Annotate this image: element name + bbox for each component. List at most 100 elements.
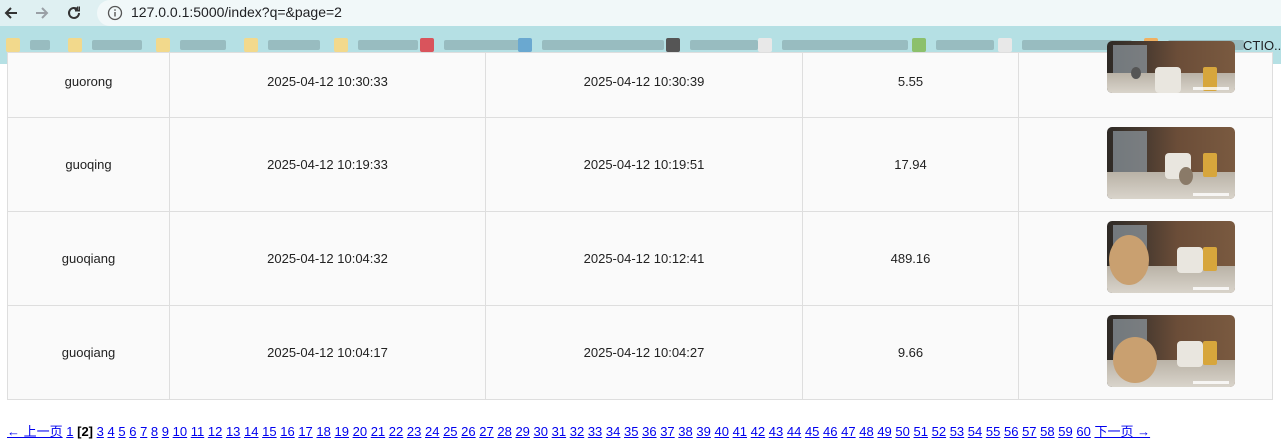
bookmark-item[interactable] — [666, 37, 758, 53]
folder-icon — [68, 38, 82, 52]
page-link-51[interactable]: 51 — [914, 424, 928, 439]
back-icon[interactable] — [1, 3, 21, 23]
page-link-30[interactable]: 30 — [534, 424, 548, 439]
page-link-28[interactable]: 28 — [497, 424, 511, 439]
page-link-1[interactable]: 1 — [66, 424, 73, 439]
page-link-20[interactable]: 20 — [353, 424, 367, 439]
page-link-35[interactable]: 35 — [624, 424, 638, 439]
address-bar[interactable]: 127.0.0.1:5000/index?q=&page=2 — [97, 0, 1281, 26]
bookmark-item[interactable] — [758, 37, 908, 53]
page-link-42[interactable]: 42 — [751, 424, 765, 439]
page-link-36[interactable]: 36 — [642, 424, 656, 439]
page-link-56[interactable]: 56 — [1004, 424, 1018, 439]
prev-page-link[interactable]: ← 上一页 — [7, 424, 63, 439]
bookmark-item[interactable] — [518, 37, 664, 53]
page-link-54[interactable]: 54 — [968, 424, 982, 439]
folder-icon — [244, 38, 258, 52]
table-row: guoqiang 2025-04-12 10:04:17 2025-04-12 … — [7, 305, 1273, 400]
name-cell: guoqiang — [7, 211, 170, 306]
page-link-60[interactable]: 60 — [1076, 424, 1090, 439]
forward-icon[interactable] — [32, 3, 52, 23]
page-link-32[interactable]: 32 — [570, 424, 584, 439]
image-cell — [1018, 211, 1273, 306]
page-link-29[interactable]: 29 — [515, 424, 529, 439]
page-link-26[interactable]: 26 — [461, 424, 475, 439]
page-link-27[interactable]: 27 — [479, 424, 493, 439]
next-page-link[interactable]: 下一页 → — [1094, 424, 1150, 439]
page-link-50[interactable]: 50 — [895, 424, 909, 439]
bookmark-item[interactable] — [420, 37, 524, 53]
folder-icon — [334, 38, 348, 52]
page-link-59[interactable]: 59 — [1058, 424, 1072, 439]
page-link-21[interactable]: 21 — [371, 424, 385, 439]
page-link-17[interactable]: 17 — [298, 424, 312, 439]
page-link-3[interactable]: 3 — [97, 424, 104, 439]
page-link-31[interactable]: 31 — [552, 424, 566, 439]
page-link-11[interactable]: 11 — [191, 424, 205, 439]
page-link-23[interactable]: 23 — [407, 424, 421, 439]
page-link-18[interactable]: 18 — [316, 424, 330, 439]
page-link-37[interactable]: 37 — [660, 424, 674, 439]
name-cell: guorong — [7, 52, 170, 118]
page-link-5[interactable]: 5 — [118, 424, 125, 439]
page-link-22[interactable]: 22 — [389, 424, 403, 439]
page-link-41[interactable]: 41 — [733, 424, 747, 439]
page-link-12[interactable]: 12 — [208, 424, 222, 439]
bookmark-item[interactable] — [244, 37, 320, 53]
bookmark-item[interactable] — [6, 37, 50, 53]
page-link-25[interactable]: 25 — [443, 424, 457, 439]
browser-toolbar: 127.0.0.1:5000/index?q=&page=2 — [0, 0, 1281, 26]
page-link-52[interactable]: 52 — [932, 424, 946, 439]
end-time-cell: 2025-04-12 10:04:27 — [485, 305, 803, 400]
page-link-34[interactable]: 34 — [606, 424, 620, 439]
page-link-8[interactable]: 8 — [151, 424, 158, 439]
page-link-40[interactable]: 40 — [714, 424, 728, 439]
page-link-14[interactable]: 14 — [244, 424, 258, 439]
page-link-9[interactable]: 9 — [162, 424, 169, 439]
page-link-10[interactable]: 10 — [173, 424, 187, 439]
bookmark-item[interactable] — [334, 37, 418, 53]
page-link-7[interactable]: 7 — [140, 424, 147, 439]
site-icon — [912, 38, 926, 52]
value-cell: 489.16 — [802, 211, 1019, 306]
page-link-55[interactable]: 55 — [986, 424, 1000, 439]
page-link-15[interactable]: 15 — [262, 424, 276, 439]
page-link-13[interactable]: 13 — [226, 424, 240, 439]
page-link-49[interactable]: 49 — [877, 424, 891, 439]
page-link-48[interactable]: 48 — [859, 424, 873, 439]
folder-icon — [6, 38, 20, 52]
page-link-39[interactable]: 39 — [696, 424, 710, 439]
bookmark-overflow-text[interactable]: CTIO... — [1243, 38, 1281, 53]
url-text[interactable]: 127.0.0.1:5000/index?q=&page=2 — [131, 4, 342, 20]
page-link-44[interactable]: 44 — [787, 424, 801, 439]
page-link-58[interactable]: 58 — [1040, 424, 1054, 439]
reload-icon[interactable] — [64, 3, 84, 23]
page-link-19[interactable]: 19 — [335, 424, 349, 439]
snapshot-thumbnail[interactable] — [1107, 41, 1235, 93]
page-link-46[interactable]: 46 — [823, 424, 837, 439]
folder-icon — [156, 38, 170, 52]
page-link-43[interactable]: 43 — [769, 424, 783, 439]
page-link-33[interactable]: 33 — [588, 424, 602, 439]
bookmark-item[interactable] — [68, 37, 142, 53]
page-link-6[interactable]: 6 — [129, 424, 136, 439]
image-cell — [1018, 305, 1273, 400]
page-content: guorong 2025-04-12 10:30:33 2025-04-12 1… — [0, 41, 1281, 444]
page-link-4[interactable]: 4 — [107, 424, 114, 439]
end-time-cell: 2025-04-12 10:30:39 — [485, 52, 803, 118]
snapshot-thumbnail[interactable] — [1107, 315, 1235, 387]
page-link-38[interactable]: 38 — [678, 424, 692, 439]
info-icon[interactable] — [107, 5, 123, 21]
bookmark-item[interactable] — [156, 37, 226, 53]
page-link-24[interactable]: 24 — [425, 424, 439, 439]
end-time-cell: 2025-04-12 10:12:41 — [485, 211, 803, 306]
page-link-47[interactable]: 47 — [841, 424, 855, 439]
snapshot-thumbnail[interactable] — [1107, 221, 1235, 293]
snapshot-thumbnail[interactable] — [1107, 127, 1235, 199]
page-link-57[interactable]: 57 — [1022, 424, 1036, 439]
bookmark-item[interactable] — [912, 37, 994, 53]
page-link-45[interactable]: 45 — [805, 424, 819, 439]
page-link-16[interactable]: 16 — [280, 424, 294, 439]
site-icon — [518, 38, 532, 52]
page-link-53[interactable]: 53 — [950, 424, 964, 439]
